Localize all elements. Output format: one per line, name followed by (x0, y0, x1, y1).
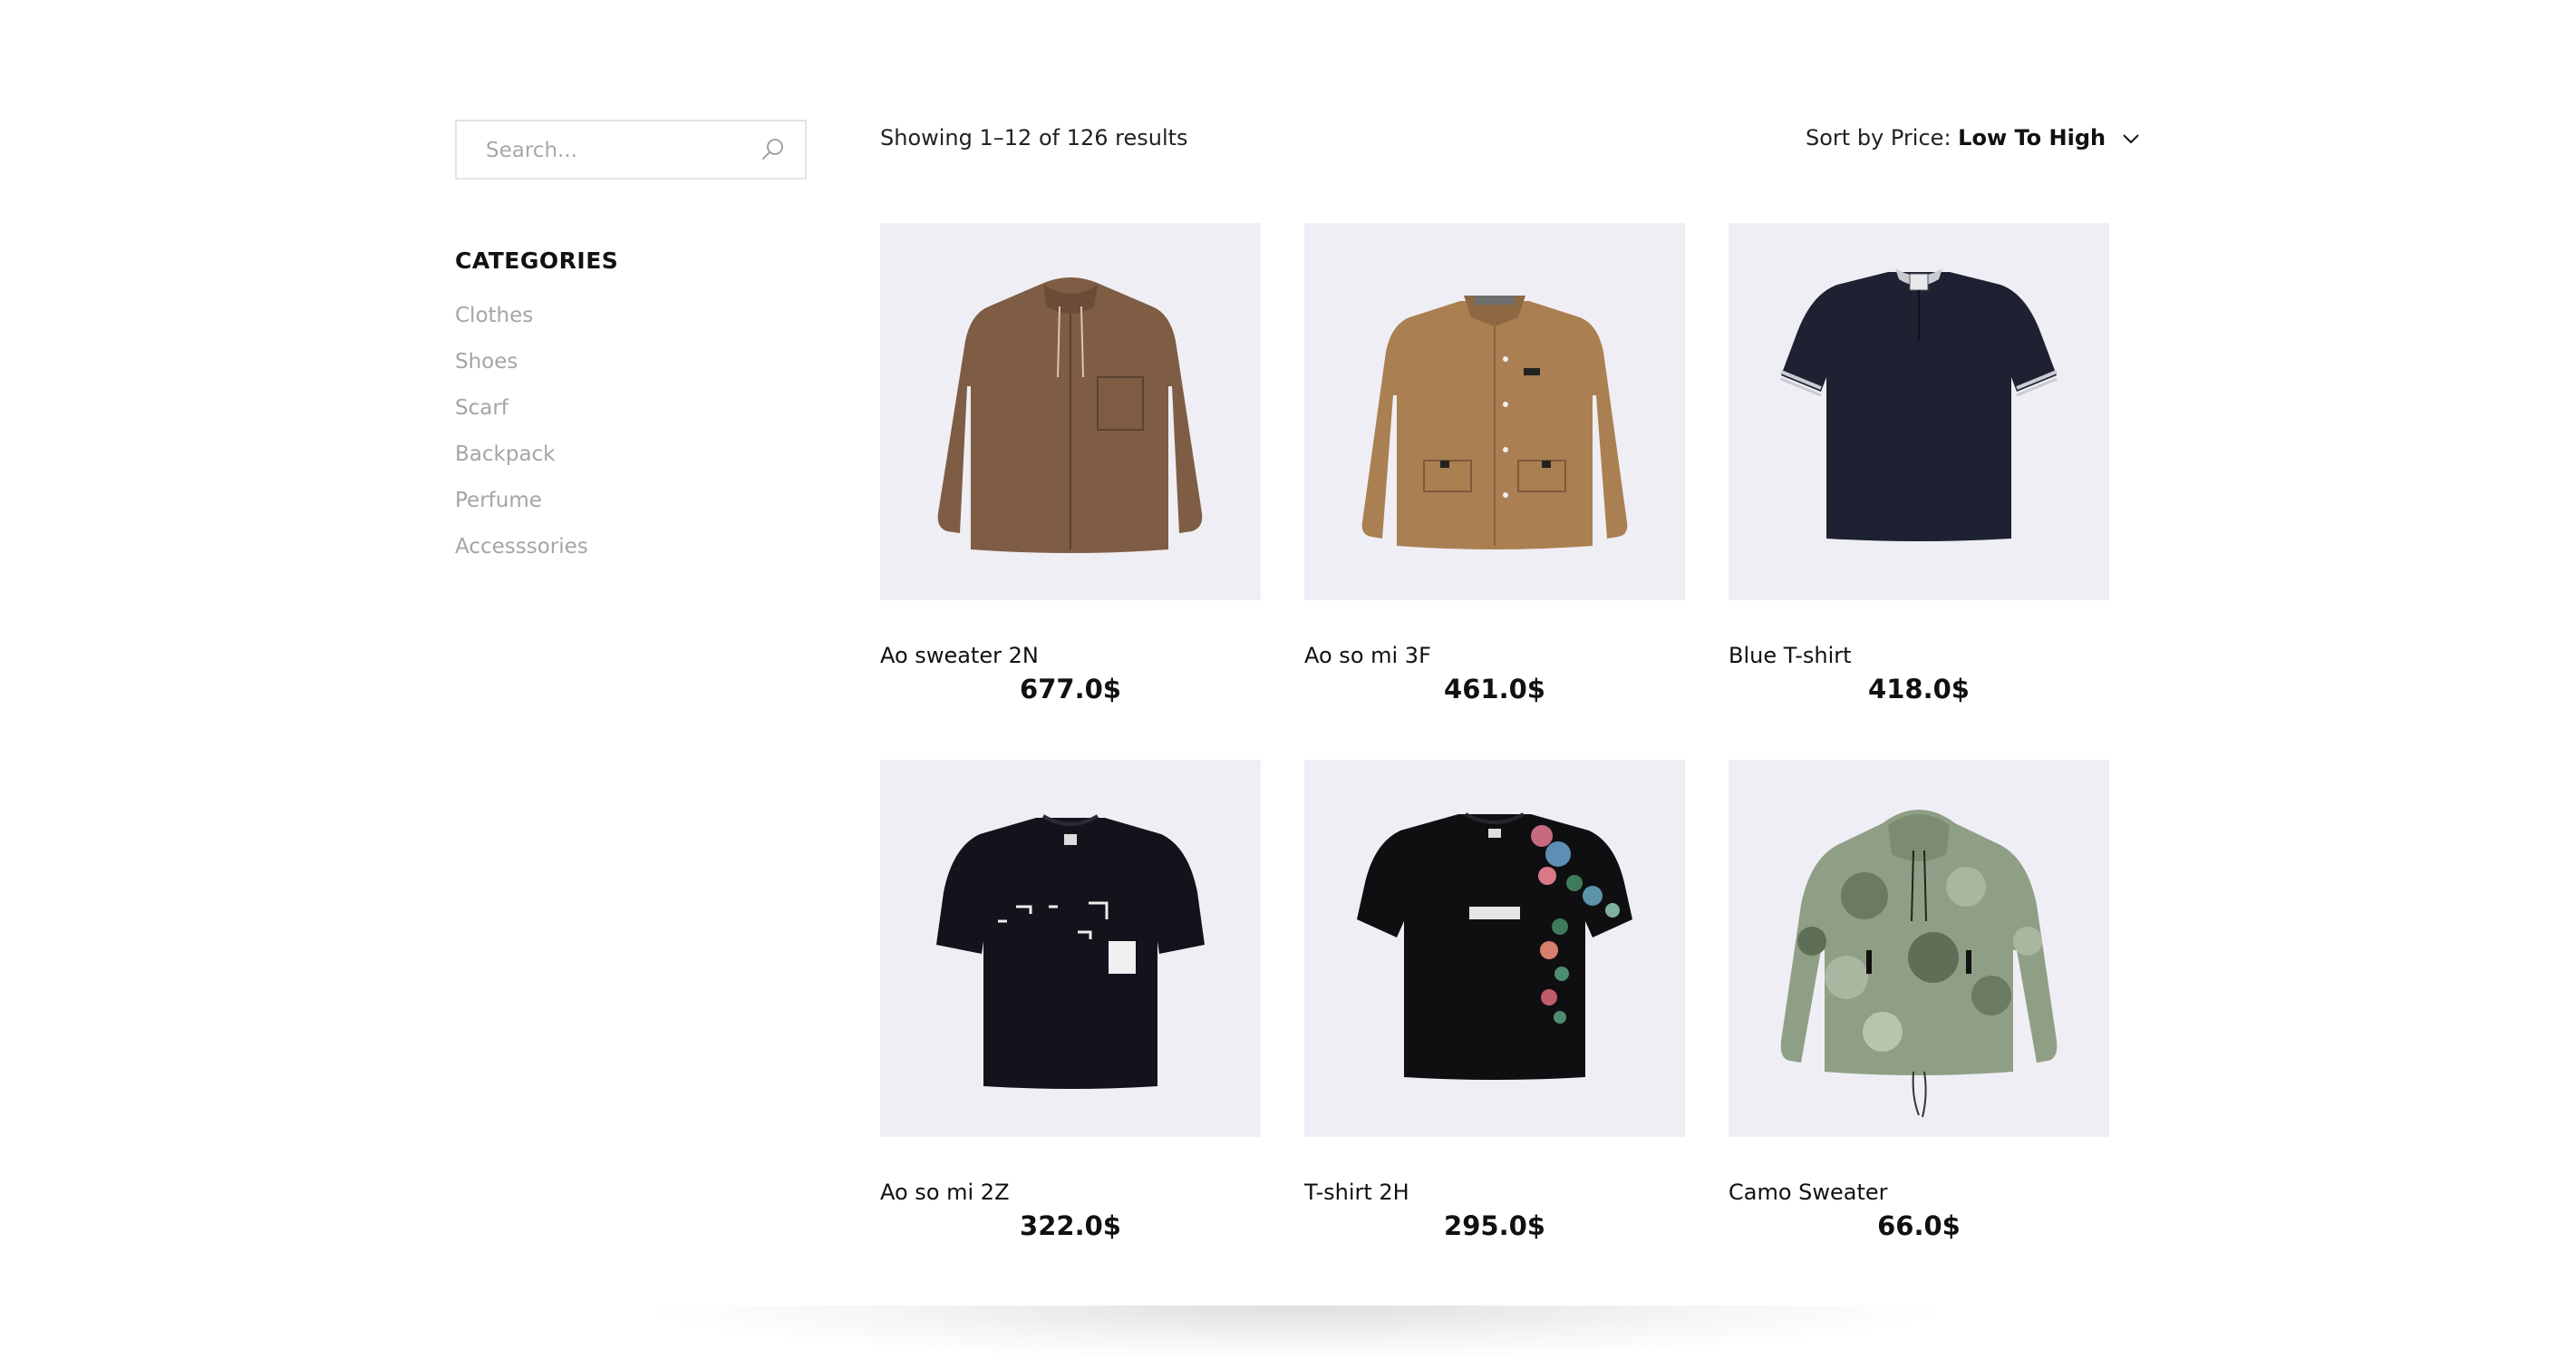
category-backpack[interactable]: Backpack (455, 442, 588, 489)
product-name[interactable]: Camo Sweater (1729, 1180, 1888, 1205)
search-icon[interactable] (760, 136, 787, 163)
sort-dropdown[interactable]: Sort by Price: Low To High (1806, 125, 2140, 151)
brown-hooded-jacket-image (937, 277, 1203, 553)
product-name[interactable]: T-shirt 2H (1304, 1180, 1409, 1205)
product-name[interactable]: Ao so mi 2Z (880, 1180, 1010, 1205)
product-image[interactable] (1729, 223, 2109, 600)
category-accessories[interactable]: Accesssories (455, 535, 588, 581)
black-floral-tee-image (1357, 812, 1632, 1080)
chevron-down-icon (2123, 134, 2139, 144)
product-card[interactable]: Camo Sweater 66.0$ (1729, 760, 2109, 1241)
sort-value: Low To High (1958, 125, 2106, 151)
navy-polo-image (1780, 268, 2058, 541)
footer-shadow (653, 1306, 1940, 1360)
product-price: 66.0$ (1877, 1210, 1961, 1241)
black-graphic-tee-image (936, 814, 1205, 1089)
product-card[interactable]: Ao so mi 3F 461.0$ (1304, 223, 1685, 704)
category-perfume[interactable]: Perfume (455, 489, 588, 535)
sort-label: Sort by Price: (1806, 125, 1951, 151)
product-price: 322.0$ (1020, 1210, 1121, 1241)
product-image[interactable] (1304, 223, 1685, 600)
product-image[interactable] (880, 223, 1261, 600)
product-price: 295.0$ (1444, 1210, 1545, 1241)
product-card[interactable]: Blue T-shirt 418.0$ (1729, 223, 2109, 704)
tan-shirt-jacket-image (1361, 296, 1628, 549)
search-input[interactable] (484, 121, 751, 180)
product-image[interactable] (1304, 760, 1685, 1137)
product-name[interactable]: Ao so mi 3F (1304, 643, 1431, 668)
categories-title: CATEGORIES (455, 248, 619, 274)
category-scarf[interactable]: Scarf (455, 396, 588, 442)
product-image[interactable] (1729, 760, 2109, 1137)
category-list: Clothes Shoes Scarf Backpack Perfume Acc… (455, 304, 588, 581)
product-price: 677.0$ (1020, 674, 1121, 704)
search-box[interactable] (455, 120, 807, 180)
product-card[interactable]: T-shirt 2H 295.0$ (1304, 760, 1685, 1241)
category-shoes[interactable]: Shoes (455, 350, 588, 396)
category-clothes[interactable]: Clothes (455, 304, 588, 350)
product-price: 418.0$ (1868, 674, 1970, 704)
result-count: Showing 1–12 of 126 results (880, 125, 1188, 151)
product-name[interactable]: Blue T-shirt (1729, 643, 1852, 668)
product-card[interactable]: Ao sweater 2N 677.0$ (880, 223, 1261, 704)
product-name[interactable]: Ao sweater 2N (880, 643, 1039, 668)
camo-hoodie-image (1780, 810, 2058, 1118)
product-image[interactable] (880, 760, 1261, 1137)
product-price: 461.0$ (1444, 674, 1545, 704)
product-card[interactable]: Ao so mi 2Z 322.0$ (880, 760, 1261, 1241)
